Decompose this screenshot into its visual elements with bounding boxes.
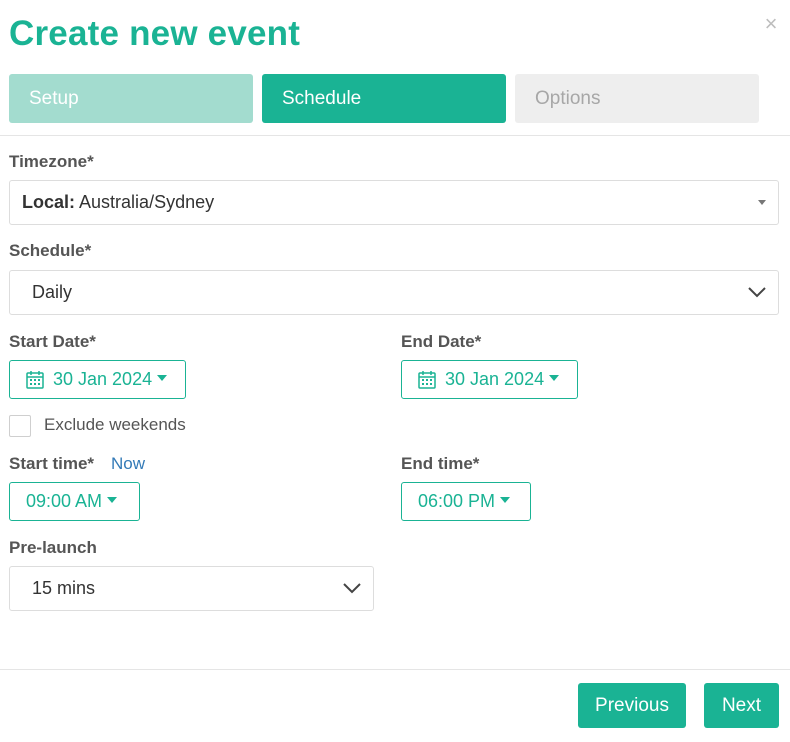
end-time-label: End time*: [401, 454, 480, 473]
start-date-picker[interactable]: 30 Jan 2024: [9, 360, 186, 399]
caret-down-icon: [500, 497, 511, 504]
end-date-label: End Date*: [401, 332, 482, 351]
caret-down-icon: [107, 497, 118, 504]
exclude-weekends-label[interactable]: Exclude weekends: [44, 415, 186, 435]
caret-down-icon: [758, 200, 766, 205]
now-link[interactable]: Now: [111, 454, 145, 474]
end-time-value: 06:00 PM: [418, 491, 496, 511]
caret-down-icon: [157, 375, 168, 382]
exclude-weekends-checkbox[interactable]: [9, 415, 31, 437]
end-date-picker[interactable]: 30 Jan 2024: [401, 360, 578, 399]
tab-options[interactable]: Options: [515, 74, 759, 123]
timezone-select[interactable]: Local: Australia/Sydney: [9, 180, 779, 225]
timezone-prefix: Local:: [22, 192, 76, 212]
tab-schedule[interactable]: Schedule: [262, 74, 506, 123]
end-time-picker[interactable]: 06:00 PM: [401, 482, 531, 521]
pre-launch-value: 15 mins: [32, 578, 96, 598]
start-date-label: Start Date*: [9, 332, 96, 351]
start-time-label: Start time*: [9, 454, 95, 473]
end-date-value: 30 Jan 2024: [445, 369, 545, 389]
timezone-value: Local: Australia/Sydney: [22, 181, 214, 224]
schedule-value: Daily: [32, 282, 73, 302]
start-time-picker[interactable]: 09:00 AM: [9, 482, 140, 521]
pre-launch-label: Pre-launch: [9, 538, 97, 557]
caret-down-icon: [549, 375, 560, 382]
timezone-label: Timezone*: [9, 152, 94, 171]
start-date-value: 30 Jan 2024: [53, 369, 153, 389]
pre-launch-select[interactable]: 15 mins: [9, 566, 374, 611]
chevron-down-icon: [343, 583, 361, 594]
chevron-down-icon: [748, 287, 766, 298]
modal-title: Create new event: [9, 14, 301, 53]
start-time-value: 09:00 AM: [26, 491, 103, 511]
header-divider: [0, 135, 790, 136]
timezone-name: Australia/Sydney: [79, 192, 215, 212]
tab-setup[interactable]: Setup: [9, 74, 253, 123]
calendar-icon: [418, 371, 436, 389]
calendar-icon: [26, 371, 44, 389]
next-button[interactable]: Next: [704, 683, 779, 728]
schedule-label: Schedule*: [9, 241, 92, 260]
close-icon[interactable]: ×: [761, 12, 781, 36]
create-event-modal: Create new event × Setup Schedule Option…: [0, 0, 790, 742]
schedule-select[interactable]: Daily: [9, 270, 779, 315]
previous-button[interactable]: Previous: [578, 683, 686, 728]
footer-divider: [0, 669, 790, 670]
